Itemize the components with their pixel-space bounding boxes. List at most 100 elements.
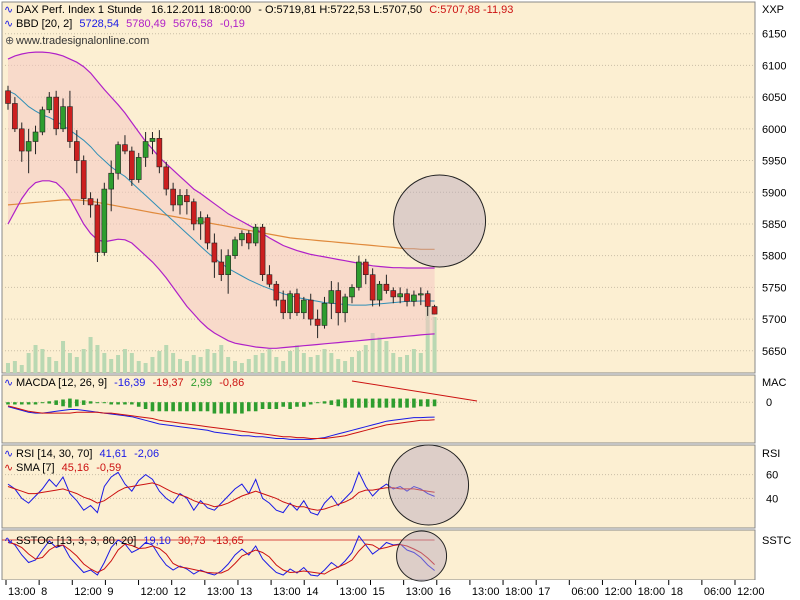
candle-body <box>335 290 342 314</box>
macd-hist-bar <box>88 401 93 404</box>
rsi-value: 41,61 <box>100 448 128 460</box>
candle-body <box>46 96 53 111</box>
macd-hist-bar <box>102 402 107 404</box>
volume-bar <box>308 357 313 373</box>
candle-body <box>273 283 280 301</box>
macd-hist-bar <box>81 400 86 405</box>
macd-hist-bar <box>212 402 217 414</box>
macd-hist-bar <box>350 398 354 408</box>
volume-bar <box>191 355 196 373</box>
candle-body <box>431 306 438 315</box>
price-y-tick: 5700 <box>762 314 786 326</box>
candle-body <box>12 103 18 130</box>
candle-body <box>328 290 335 304</box>
macd-hist-bar <box>240 402 244 414</box>
volume-bar <box>322 349 327 373</box>
svg-text:DAX Perf. Index 1 Stunde: DAX Perf. Index 1 Stunde 16.12.2011 18:0… <box>16 4 513 16</box>
bbd-name: BBD [20, 2] <box>16 18 72 30</box>
volume-bar <box>301 353 306 373</box>
macd-hist-bar <box>95 402 100 404</box>
macd-hist-bar <box>33 402 38 405</box>
volume-bar <box>47 357 52 373</box>
x-tick-label: 16 <box>439 586 451 598</box>
sstoc-legend-icon: ∿ <box>4 535 13 547</box>
macd-value: -16,39 <box>114 377 145 389</box>
svg-text:MACDA [12, 26, 9] -16,39: MACDA [12, 26, 9] -16,39 -19,37 2,99 -0,… <box>16 377 244 389</box>
sstoc-name: SSTOC [13, 3, 3, 80, 20] <box>16 535 136 547</box>
volume-bar <box>329 353 334 373</box>
volume-bar <box>253 355 258 373</box>
volume-bar <box>95 345 100 373</box>
candle-body <box>397 293 403 298</box>
macd-hist-bar <box>6 402 10 405</box>
candle-body <box>342 296 348 314</box>
volume-bar <box>178 359 182 373</box>
volume-bar <box>102 353 107 373</box>
x-tick-label: 06:00 <box>704 586 732 598</box>
candle-body <box>204 217 211 244</box>
x-tick-label: 13 <box>240 586 252 598</box>
candle-body <box>197 217 204 225</box>
price-timestamp: 16.12.2011 18:00:00 <box>151 4 251 16</box>
price-y-tick: 6050 <box>762 92 786 104</box>
volume-bar <box>81 349 86 373</box>
macd-hist-bar <box>219 402 224 414</box>
volume-bar <box>122 349 127 373</box>
chart-figure: 6150 6100 6050 6000 5950 5900 5850 5800 5750 5700… <box>0 1 800 600</box>
x-tick-label: 18 <box>671 586 683 598</box>
volume-bar <box>246 359 251 373</box>
macd-hist-bar <box>13 402 17 405</box>
x-tick-label: 9 <box>107 586 113 598</box>
volume-bar <box>26 353 31 373</box>
macd-hist-bar <box>329 400 334 405</box>
macd-hist-bar <box>198 402 203 412</box>
bbd-legend-icon: ∿ <box>4 18 13 30</box>
volume-bar <box>143 363 148 373</box>
annotation-circle-price <box>393 174 487 268</box>
macd-hist-bar <box>61 399 65 407</box>
volume-bar <box>418 353 423 373</box>
volume-bar <box>391 353 396 373</box>
x-tick-label: 15 <box>373 586 385 598</box>
price-legend-icon: ∿ <box>4 4 13 16</box>
volume-bar <box>171 353 176 373</box>
macd-hist-bar <box>150 402 155 412</box>
candle-body <box>321 302 328 326</box>
volume-bar <box>164 345 169 373</box>
candle-body <box>252 226 259 244</box>
volume-bar <box>116 355 121 373</box>
candle-body <box>301 299 307 314</box>
price-y-tick: 5800 <box>762 251 786 263</box>
x-tick-label: 12:00 <box>141 586 169 598</box>
macd-hist-bar <box>109 402 113 405</box>
x-tick-label: 12 <box>174 586 186 598</box>
candle-body <box>218 261 225 276</box>
volume-bar <box>233 361 238 373</box>
macd-hist-bar <box>19 402 24 405</box>
volume-bar <box>281 361 286 373</box>
macd-hist-bar <box>191 402 196 412</box>
x-tick-label: 13:00 <box>273 586 301 598</box>
rsi-unit-label: RSI <box>762 448 780 460</box>
bbd-value-3: 5676,58 <box>173 18 213 30</box>
volume-bar <box>129 353 134 373</box>
volume-bar <box>377 337 382 373</box>
macd-hist-bar <box>136 402 141 407</box>
macd-hist-bar <box>47 401 52 404</box>
candle-body <box>404 293 410 302</box>
macd-name: MACDA [12, 26, 9] <box>16 377 107 389</box>
price-y-tick: 5750 <box>762 282 786 294</box>
volume-bar <box>294 345 299 373</box>
bbd-value-4: -0,19 <box>220 18 245 30</box>
macd-hist-bar <box>253 402 258 412</box>
macd-hist-bar <box>336 399 341 407</box>
candle-body <box>314 318 321 326</box>
x-tick-label: 12:00 <box>604 586 632 598</box>
candle-body <box>280 299 287 314</box>
macd-hist-bar <box>205 402 210 412</box>
macd-hist-bar <box>302 402 306 407</box>
volume-bar <box>109 359 114 373</box>
bbd-value-1: 5728,54 <box>79 18 119 30</box>
price-y-tick: 6100 <box>762 60 786 72</box>
sstoc-unit-label: SSTC <box>762 535 791 547</box>
